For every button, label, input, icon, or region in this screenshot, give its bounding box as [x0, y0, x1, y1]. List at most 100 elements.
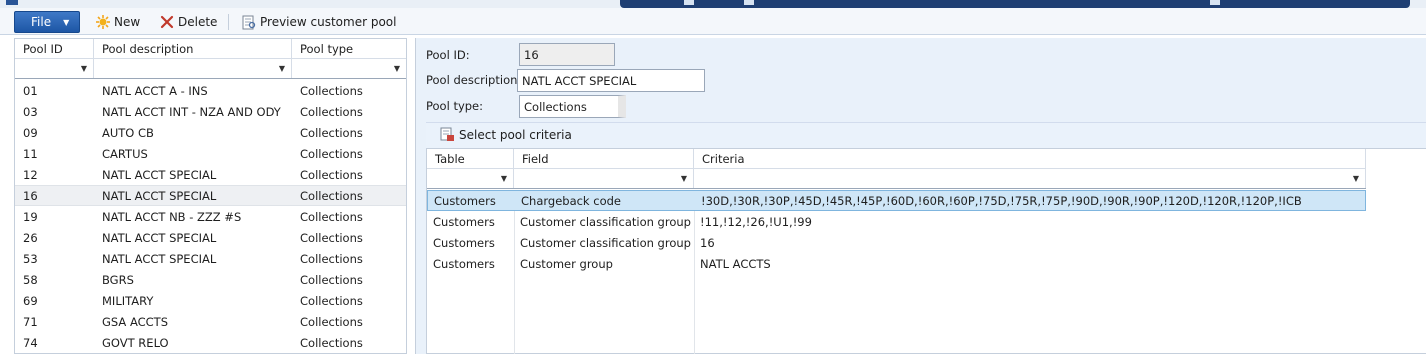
pool-detail-panel: Pool ID: 16 Pool description: NATL ACCT …: [415, 38, 1426, 354]
file-menu-button[interactable]: File ▼: [14, 11, 80, 33]
filter-table-dropdown[interactable]: ▼: [427, 169, 514, 188]
chevron-down-icon: ▼: [80, 64, 87, 73]
table-row[interactable]: Customers Customer classification group 16: [427, 232, 1366, 253]
table-row[interactable]: 26 NATL ACCT SPECIAL Collections: [15, 227, 406, 248]
table-row[interactable]: 53 NATL ACCT SPECIAL Collections: [15, 248, 406, 269]
pool-id-cell: 74: [23, 335, 38, 350]
pool-id-cell: 16: [23, 188, 38, 203]
field-cell: Customer classification group: [520, 214, 691, 229]
criteria-cell: !30D,!30R,!30P,!45D,!45R,!45P,!60D,!60R,…: [701, 193, 1302, 208]
new-star-icon: [94, 14, 112, 30]
pool-type-cell: Collections: [300, 314, 363, 329]
pool-description-label: Pool description:: [426, 73, 522, 87]
table-row[interactable]: 12 NATL ACCT SPECIAL Collections: [15, 164, 406, 185]
delete-button[interactable]: Delete: [158, 12, 217, 32]
table-row[interactable]: Customers Chargeback code !30D,!30R,!30P,!…: [427, 190, 1366, 211]
pool-id-cell: 09: [23, 125, 38, 140]
column-header-criteria[interactable]: Criteria: [694, 149, 1366, 168]
pool-type-cell: Collections: [300, 167, 363, 182]
field-cell: Chargeback code: [521, 193, 621, 208]
column-header-pool-id[interactable]: Pool ID: [15, 39, 94, 58]
table-row[interactable]: 16 NATL ACCT SPECIAL Collections: [15, 185, 406, 206]
table-row[interactable]: Customers Customer group NATL ACCTS: [427, 253, 1366, 274]
pool-type-cell: Collections: [300, 335, 363, 350]
title-bar-dark-band: [620, 0, 1410, 8]
criteria-grid-filter-row: ▼ ▼ ▼: [427, 169, 1366, 189]
select-pool-criteria-label: Select pool criteria: [459, 127, 572, 142]
pool-id-label: Pool ID:: [426, 48, 470, 62]
select-pool-criteria-button[interactable]: Select pool criteria: [440, 127, 572, 142]
pool-description-cell: GOVT RELO: [102, 335, 169, 350]
pool-description-cell: AUTO CB: [102, 125, 154, 140]
pool-type-cell: Collections: [300, 146, 363, 161]
pool-description-cell: NATL ACCT INT - NZA AND ODY: [102, 104, 281, 119]
window-title-strip: [0, 0, 1426, 8]
pool-grid-header: Pool ID Pool description Pool type: [15, 39, 406, 59]
pool-id-cell: 03: [23, 104, 38, 119]
pool-description-cell: GSA ACCTS: [102, 314, 168, 329]
delete-x-icon: [158, 15, 176, 29]
pool-description-cell: NATL ACCT NB - ZZZ #S: [102, 209, 242, 224]
filter-field-dropdown[interactable]: ▼: [514, 169, 694, 188]
pool-type-cell: Collections: [300, 209, 363, 224]
pool-type-cell: Collections: [300, 104, 363, 119]
select-criteria-icon: [440, 127, 455, 142]
pool-list-grid: Pool ID Pool description Pool type ▼ ▼ ▼…: [14, 38, 407, 354]
chevron-down-icon: ▼: [393, 64, 400, 73]
filter-pool-description-dropdown[interactable]: ▼: [94, 59, 292, 78]
pool-description-cell: NATL ACCT SPECIAL: [102, 167, 217, 182]
criteria-toolbar: Select pool criteria: [426, 122, 1426, 148]
pool-type-cell: Collections: [300, 272, 363, 287]
new-label: New: [114, 15, 141, 29]
pool-description-cell: NATL ACCT SPECIAL: [102, 230, 217, 245]
field-cell: Customer classification group: [520, 235, 691, 250]
column-header-pool-type[interactable]: Pool type: [292, 39, 406, 58]
pool-description-cell: CARTUS: [102, 146, 148, 161]
criteria-grid-body: Customers Chargeback code !30D,!30R,!30P,!…: [427, 190, 1366, 274]
pool-id-cell: 58: [23, 272, 38, 287]
table-row[interactable]: 09 AUTO CB Collections: [15, 122, 406, 143]
column-header-pool-description[interactable]: Pool description: [94, 39, 292, 58]
pool-type-cell: Collections: [300, 188, 363, 203]
table-row[interactable]: 01 NATL ACCT A - INS Collections: [15, 80, 406, 101]
pool-description-cell: NATL ACCT SPECIAL: [102, 251, 217, 266]
table-row[interactable]: 03 NATL ACCT INT - NZA AND ODY Collections: [15, 101, 406, 122]
table-row[interactable]: Customers Customer classification group !1…: [427, 211, 1366, 232]
toolbar-divider: [228, 14, 229, 30]
table-row[interactable]: 69 MILITARY Collections: [15, 290, 406, 311]
pool-id-field[interactable]: 16: [519, 43, 615, 66]
column-header-field[interactable]: Field: [514, 149, 694, 168]
pool-id-cell: 69: [23, 293, 38, 308]
criteria-cell: !11,!12,!26,!U1,!99: [700, 214, 812, 229]
pool-type-cell: Collections: [300, 251, 363, 266]
pool-type-select[interactable]: Collections: [519, 95, 626, 118]
criteria-cell: NATL ACCTS: [700, 256, 771, 271]
table-row[interactable]: 71 GSA ACCTS Collections: [15, 311, 406, 332]
table-row[interactable]: 74 GOVT RELO Collections: [15, 332, 406, 353]
new-button[interactable]: New: [94, 12, 140, 32]
filter-pool-id-dropdown[interactable]: ▼: [15, 59, 94, 78]
pool-type-label: Pool type:: [426, 99, 484, 113]
pool-description-field[interactable]: NATL ACCT SPECIAL: [517, 69, 705, 92]
table-row[interactable]: 58 BGRS Collections: [15, 269, 406, 290]
chevron-down-icon: ▼: [278, 64, 285, 73]
app-icon: [6, 0, 18, 5]
preview-customer-pool-button[interactable]: Preview customer pool: [240, 12, 396, 32]
pool-id-cell: 26: [23, 230, 38, 245]
pool-grid-filter-row: ▼ ▼ ▼: [15, 59, 406, 79]
filter-pool-type-dropdown[interactable]: ▼: [292, 59, 406, 78]
pool-id-cell: 11: [23, 146, 38, 161]
pool-type-cell: Collections: [300, 125, 363, 140]
preview-customer-pool-label: Preview customer pool: [260, 15, 397, 29]
pool-id-cell: 19: [23, 209, 38, 224]
pool-grid-body: 01 NATL ACCT A - INS Collections 03 NATL ACC…: [15, 80, 406, 353]
table-cell: Customers: [434, 193, 496, 208]
table-row[interactable]: 19 NATL ACCT NB - ZZZ #S Collections: [15, 206, 406, 227]
field-cell: Customer group: [520, 256, 613, 271]
filter-criteria-dropdown[interactable]: ▼: [694, 169, 1366, 188]
chevron-down-icon: ▼: [63, 17, 70, 27]
pool-id-cell: 53: [23, 251, 38, 266]
chevron-down-icon: ▼: [680, 174, 687, 183]
column-header-table[interactable]: Table: [427, 149, 514, 168]
table-row[interactable]: 11 CARTUS Collections: [15, 143, 406, 164]
